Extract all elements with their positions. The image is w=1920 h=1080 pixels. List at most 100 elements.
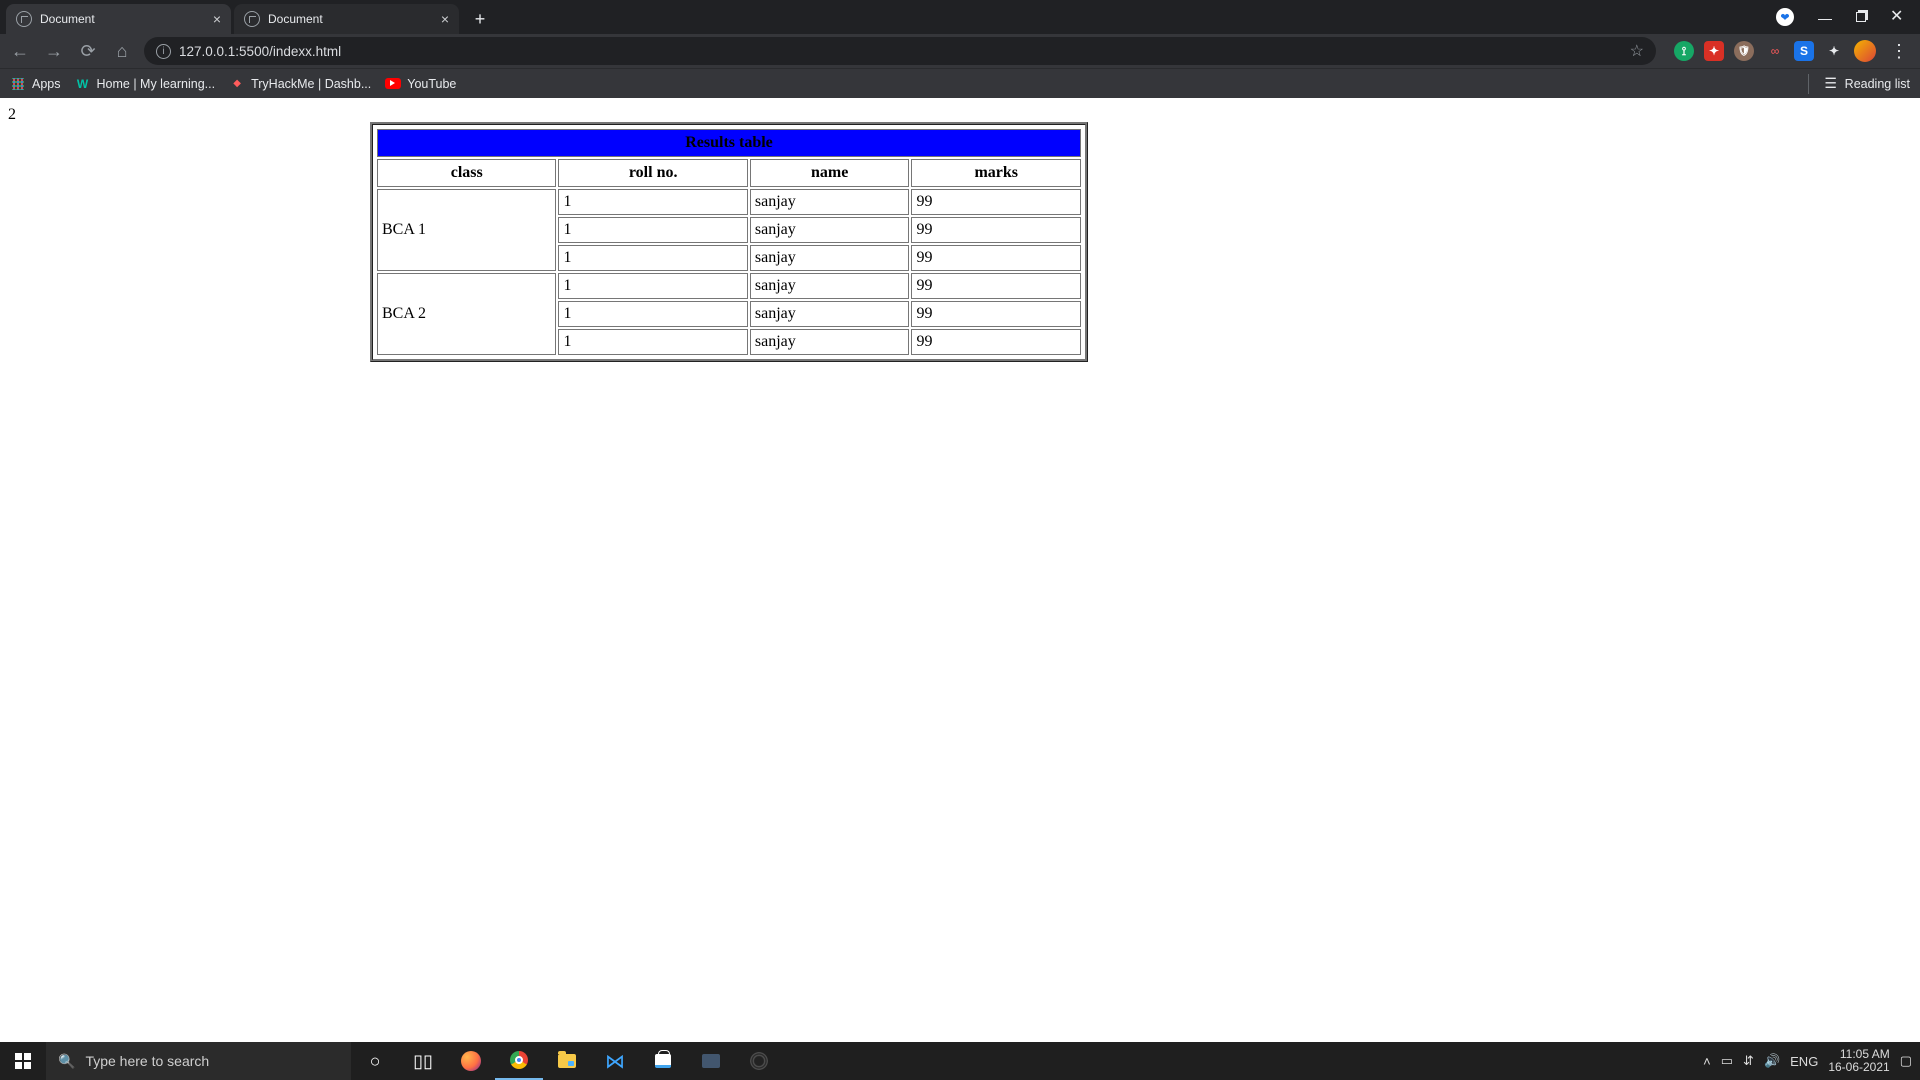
chrome-menu-icon[interactable]: ⋮ xyxy=(1886,41,1912,62)
site-info-icon[interactable]: i xyxy=(156,44,171,59)
cell-class: BCA 1 xyxy=(377,189,556,271)
window-controls: ❤ ✕ xyxy=(1760,0,1920,34)
cell-marks: 99 xyxy=(911,189,1081,215)
wiley-icon: W xyxy=(75,76,91,92)
bookmark-label: YouTube xyxy=(407,77,456,91)
table-row: BCA 11sanjay99 xyxy=(377,189,1081,215)
minimize-icon[interactable] xyxy=(1818,6,1832,20)
cell-name: sanjay xyxy=(750,273,910,299)
apps-grid-icon xyxy=(10,76,26,92)
column-header-name: name xyxy=(750,159,910,187)
page-viewport: 2 Results table class roll no. name mark… xyxy=(0,98,1920,1042)
taskbar-apps: ○ ▯▯ ⋈ xyxy=(351,1042,783,1080)
new-tab-button[interactable]: + xyxy=(466,5,494,33)
firefox-icon[interactable] xyxy=(447,1042,495,1080)
search-icon: 🔍 xyxy=(58,1053,75,1070)
cell-roll: 1 xyxy=(558,301,747,327)
cell-marks: 99 xyxy=(911,301,1081,327)
cell-marks: 99 xyxy=(911,245,1081,271)
window-close-icon[interactable]: ✕ xyxy=(1890,10,1904,24)
cell-roll: 1 xyxy=(558,273,747,299)
cell-marks: 99 xyxy=(911,217,1081,243)
extension-icon[interactable]: ⟟ xyxy=(1674,41,1694,61)
bookmark-divider xyxy=(1808,74,1809,94)
volume-icon[interactable]: 🔊 xyxy=(1764,1053,1780,1069)
reload-icon[interactable]: ⟳ xyxy=(76,39,100,63)
tab-1[interactable]: Document × xyxy=(234,4,459,34)
language-indicator[interactable]: ENG xyxy=(1790,1054,1818,1069)
maximize-icon[interactable] xyxy=(1856,12,1866,22)
table-row: BCA 21sanjay99 xyxy=(377,273,1081,299)
extensions-menu-icon[interactable]: ✦ xyxy=(1824,41,1844,61)
profile-avatar[interactable] xyxy=(1854,40,1876,62)
bookmark-label: Home | My learning... xyxy=(97,77,216,91)
url-text: 127.0.0.1:5500/indexx.html xyxy=(179,44,341,59)
bookmark-label: Reading list xyxy=(1845,77,1910,91)
cell-marks: 99 xyxy=(911,273,1081,299)
globe-icon xyxy=(244,11,260,27)
reading-list-button[interactable]: ☰ Reading list xyxy=(1823,76,1910,92)
cell-name: sanjay xyxy=(750,329,910,355)
back-icon[interactable]: ← xyxy=(8,39,32,63)
extension-icon[interactable]: 🛡 xyxy=(1734,41,1754,61)
taskbar-search-placeholder: Type here to search xyxy=(85,1053,209,1069)
bookmark-label: Apps xyxy=(32,77,61,91)
cell-roll: 1 xyxy=(558,245,747,271)
cell-marks: 99 xyxy=(911,329,1081,355)
clock[interactable]: 11:05 AM 16-06-2021 xyxy=(1828,1048,1889,1074)
system-tray: ˄ ▭ ⇵ 🔊 ENG 11:05 AM 16-06-2021 ▢ xyxy=(1703,1048,1920,1074)
results-table-wrapper: Results table class roll no. name marks … xyxy=(370,122,1088,362)
microsoft-store-icon[interactable] xyxy=(639,1042,687,1080)
extension-icon[interactable]: ∞ xyxy=(1764,41,1784,61)
extension-icon[interactable]: ✦ xyxy=(1704,41,1724,61)
task-view-icon[interactable]: ▯▯ xyxy=(399,1042,447,1080)
home-icon[interactable]: ⌂ xyxy=(110,39,134,63)
tryhackme-icon: ◆ xyxy=(229,76,245,92)
bookmark-youtube[interactable]: YouTube xyxy=(385,77,456,91)
extension-icons: ⟟ ✦ 🛡 ∞ S ✦ ⋮ xyxy=(1666,40,1912,62)
bookmark-wiley[interactable]: W Home | My learning... xyxy=(75,76,216,92)
forward-icon[interactable]: → xyxy=(42,39,66,63)
bookmark-tryhackme[interactable]: ◆ TryHackMe | Dashb... xyxy=(229,76,371,92)
tab-strip: Document × Document × + ❤ ✕ xyxy=(0,0,1920,34)
action-center-icon[interactable]: ▢ xyxy=(1900,1053,1912,1069)
vscode-icon[interactable]: ⋈ xyxy=(591,1042,639,1080)
address-bar-row: ← → ⟳ ⌂ i 127.0.0.1:5500/indexx.html ☆ ⟟… xyxy=(0,34,1920,68)
tray-chevron-icon[interactable]: ˄ xyxy=(1703,1054,1711,1069)
column-header-class: class xyxy=(377,159,556,187)
results-table: Results table class roll no. name marks … xyxy=(375,127,1083,357)
bookmark-star-icon[interactable]: ☆ xyxy=(1630,41,1644,61)
close-icon[interactable]: × xyxy=(441,12,449,26)
reading-list-icon: ☰ xyxy=(1823,76,1839,92)
globe-icon xyxy=(16,11,32,27)
page-text: 2 xyxy=(8,106,16,124)
tab-0[interactable]: Document × xyxy=(6,4,231,34)
update-badge-icon[interactable]: ❤ xyxy=(1776,8,1794,26)
address-bar[interactable]: i 127.0.0.1:5500/indexx.html ☆ xyxy=(144,37,1656,65)
cell-roll: 1 xyxy=(558,189,747,215)
app-icon[interactable] xyxy=(687,1042,735,1080)
obs-icon[interactable] xyxy=(735,1042,783,1080)
windows-taskbar: 🔍 Type here to search ○ ▯▯ ⋈ ˄ ▭ ⇵ 🔊 ENG… xyxy=(0,1042,1920,1080)
start-button[interactable] xyxy=(0,1053,46,1069)
close-icon[interactable]: × xyxy=(213,12,221,26)
cell-roll: 1 xyxy=(558,217,747,243)
cell-class: BCA 2 xyxy=(377,273,556,355)
chrome-icon[interactable] xyxy=(495,1042,543,1080)
table-title: Results table xyxy=(377,129,1081,157)
extension-icon[interactable]: S xyxy=(1794,41,1814,61)
cortana-icon[interactable]: ○ xyxy=(351,1042,399,1080)
taskbar-search[interactable]: 🔍 Type here to search xyxy=(46,1042,351,1080)
file-explorer-icon[interactable] xyxy=(543,1042,591,1080)
browser-chrome: Document × Document × + ❤ ✕ ← → ⟳ ⌂ i 12… xyxy=(0,0,1920,98)
tab-title: Document xyxy=(40,12,205,26)
bookmark-apps[interactable]: Apps xyxy=(10,76,61,92)
clock-date: 16-06-2021 xyxy=(1828,1061,1889,1074)
bookmark-label: TryHackMe | Dashb... xyxy=(251,77,371,91)
cell-name: sanjay xyxy=(750,189,910,215)
wifi-icon[interactable]: ⇵ xyxy=(1743,1053,1754,1069)
cell-name: sanjay xyxy=(750,245,910,271)
bookmarks-bar: Apps W Home | My learning... ◆ TryHackMe… xyxy=(0,68,1920,98)
battery-icon[interactable]: ▭ xyxy=(1721,1053,1733,1069)
youtube-icon xyxy=(385,78,401,89)
